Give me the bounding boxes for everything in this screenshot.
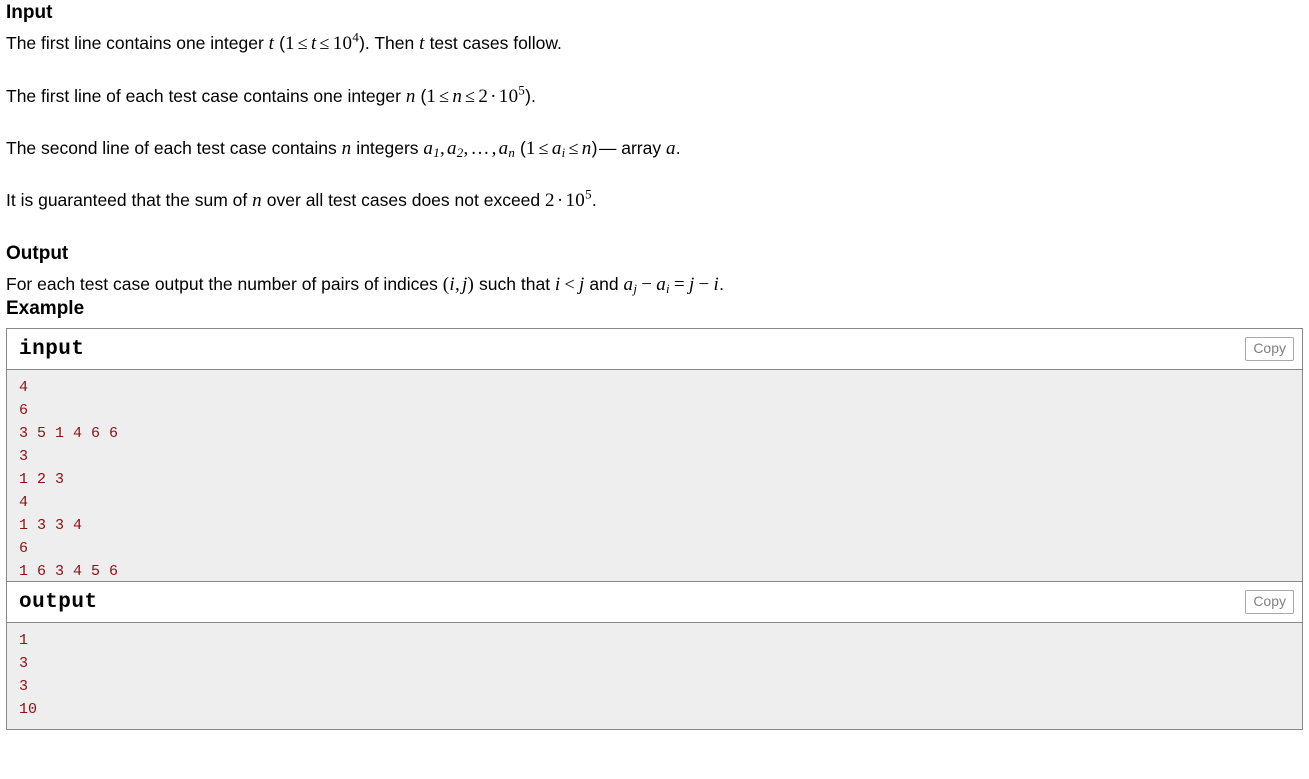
sample-test-output-block: output Copy 1 3 3 10 — [7, 582, 1302, 729]
math-t-2: t — [419, 33, 425, 54]
math-t-range: 1 ≤ t ≤104 — [284, 29, 360, 54]
sample-input-text: 4 6 3 5 1 4 6 6 3 1 2 3 4 1 3 3 4 6 1 6 … — [7, 370, 1302, 582]
output-block-header: output Copy — [7, 582, 1302, 623]
sample-tests-container: input Copy 4 6 3 5 1 4 6 6 3 1 2 3 4 1 3… — [6, 328, 1303, 730]
math-a: a — [665, 138, 676, 159]
input-paragraph-4: It is guaranteed that the sum of n over … — [6, 186, 597, 211]
input-block-title: input — [19, 337, 85, 361]
math-pair-ij: (i, j) — [442, 274, 475, 295]
math-n-3: n — [252, 190, 262, 211]
sample-test-input-block: input Copy 4 6 3 5 1 4 6 6 3 1 2 3 4 1 3… — [7, 329, 1302, 582]
problem-statement-page: Input The first line contains one intege… — [0, 0, 1309, 730]
sample-output-text: 1 3 3 10 — [7, 623, 1302, 729]
example-section-heading: Example — [6, 298, 85, 319]
math-array-elements: a1, a2, … , an — [423, 138, 516, 160]
math-i-lt-j: i < j — [554, 274, 585, 295]
math-n: n — [405, 86, 416, 107]
math-condition: aj − ai = j − i — [623, 274, 720, 296]
output-section-heading: Output — [6, 243, 69, 264]
math-n-range: 1 ≤ n ≤2 · 105 — [426, 82, 526, 107]
input-block-header: input Copy — [7, 329, 1302, 370]
copy-input-button[interactable]: Copy — [1245, 337, 1294, 361]
output-paragraph-1: For each test case output the number of … — [6, 274, 725, 296]
input-paragraph-2: The first line of each test case contain… — [6, 82, 536, 107]
math-t: t — [268, 33, 275, 54]
input-paragraph-3: The second line of each test case contai… — [6, 138, 681, 160]
math-ai-range: 1 ≤ ai ≤ n — [525, 138, 592, 160]
copy-output-button[interactable]: Copy — [1245, 590, 1294, 614]
input-section-heading: Input — [6, 2, 53, 23]
output-block-title: output — [19, 590, 98, 614]
math-n-2: n — [341, 138, 352, 159]
input-paragraph-1: The first line contains one integer t (1… — [6, 29, 562, 54]
math-sum-bound: 2 · 105 — [545, 186, 592, 211]
